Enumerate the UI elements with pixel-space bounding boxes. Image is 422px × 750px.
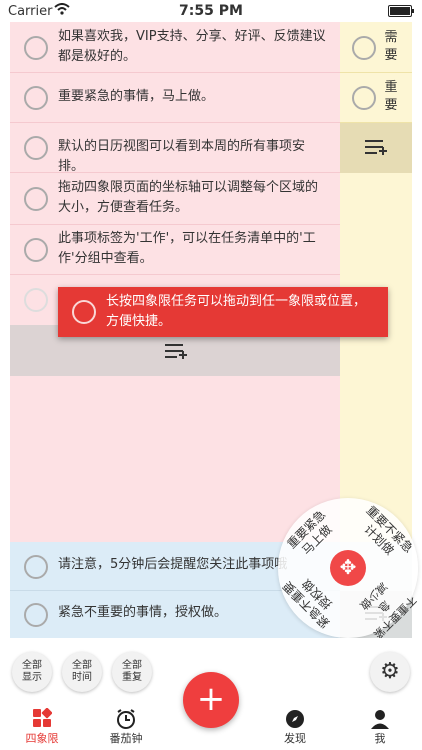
task-checkbox[interactable]: [24, 603, 48, 627]
task-row[interactable]: 重要紧急的事情，马上做。: [10, 72, 340, 123]
task-checkbox[interactable]: [352, 36, 376, 60]
task-text: 拖动四象限页面的坐标轴可以调整每个区域的大小，方便查看任务。: [58, 180, 319, 215]
task-text: 如果喜欢我，VIP支持、分享、好评、反馈建议都是极好的。: [58, 29, 326, 64]
add-list-icon[interactable]: [165, 344, 187, 360]
task-checkbox[interactable]: [24, 136, 48, 160]
add-task-fab[interactable]: +: [183, 672, 239, 728]
filter-all-repeat-button[interactable]: 全部 重复: [112, 652, 152, 692]
tab-label: 四象限: [25, 732, 59, 745]
person-icon: [369, 708, 391, 730]
task-row[interactable]: 拖动四象限页面的坐标轴可以调整每个区域的大小，方便查看任务。: [10, 172, 340, 225]
tab-quadrant[interactable]: 四象限: [12, 707, 72, 746]
task-checkbox[interactable]: [24, 238, 48, 262]
task-row[interactable]: 重要: [340, 72, 412, 123]
compass-icon: [284, 708, 306, 730]
filter-all-time-button[interactable]: 全部 时间: [62, 652, 102, 692]
status-bar: Carrier 7:55 PM: [0, 0, 422, 22]
task-row[interactable]: 此事项标签为'工作'，可以在任务清单中的'工作'分组中查看。: [10, 224, 340, 275]
add-task-bar[interactable]: [340, 123, 412, 173]
task-checkbox: [24, 288, 48, 312]
task-text: 需要: [384, 30, 398, 63]
task-checkbox[interactable]: [72, 300, 96, 324]
alarm-icon: [115, 708, 137, 730]
task-text: 紧急不重要的事情，授权做。: [58, 605, 228, 620]
task-text: 长按四象限任务可以拖动到任一象限或位置，方便快捷。: [106, 294, 367, 329]
tab-me[interactable]: 我: [350, 708, 410, 746]
tab-discover[interactable]: 发现: [265, 708, 325, 746]
task-checkbox[interactable]: [24, 555, 48, 579]
battery-icon: [388, 5, 414, 17]
task-text: 默认的日历视图可以看到本周的所有事项安排。: [58, 139, 306, 174]
filter-label: 全部 时间: [72, 660, 92, 683]
status-time: 7:55 PM: [179, 3, 243, 19]
task-checkbox[interactable]: [24, 187, 48, 211]
tab-label: 我: [374, 732, 386, 745]
tab-label: 番茄钟: [109, 732, 143, 745]
add-list-icon: [365, 140, 387, 156]
grid-icon: [31, 707, 53, 730]
task-checkbox[interactable]: [24, 86, 48, 110]
task-text: 重要: [384, 80, 398, 113]
task-text: 重要紧急的事情，马上做。: [58, 89, 215, 104]
tab-pomodoro[interactable]: 番茄钟: [96, 708, 156, 746]
task-text: 此事项标签为'工作'，可以在任务清单中的'工作'分组中查看。: [58, 231, 316, 266]
dragging-task[interactable]: 长按四象限任务可以拖动到任一象限或位置，方便快捷。: [58, 287, 388, 337]
task-checkbox[interactable]: [24, 36, 48, 60]
move-arrows-icon[interactable]: ✥: [330, 550, 366, 586]
filter-show-all-button[interactable]: 全部 显示: [12, 652, 52, 692]
filter-label: 全部 重复: [122, 660, 142, 683]
task-checkbox[interactable]: [352, 86, 376, 110]
gear-icon[interactable]: ⚙: [370, 652, 410, 692]
quadrant-canvas[interactable]: 如果喜欢我，VIP支持、分享、好评、反馈建议都是极好的。 重要紧急的事情，马上做…: [10, 22, 419, 641]
quadrant-wheel[interactable]: 重要紧急 马上做 重要不紧急 计划做 紧急不重要 授权做 不重要不紧急 减少做 …: [278, 498, 419, 641]
task-row[interactable]: 如果喜欢我，VIP支持、分享、好评、反馈建议都是极好的。: [10, 22, 340, 73]
filter-label: 全部 显示: [22, 660, 42, 683]
tab-label: 发现: [284, 732, 306, 745]
task-row[interactable]: 默认的日历视图可以看到本周的所有事项安排。: [10, 122, 340, 174]
task-row[interactable]: 需要: [340, 22, 412, 73]
